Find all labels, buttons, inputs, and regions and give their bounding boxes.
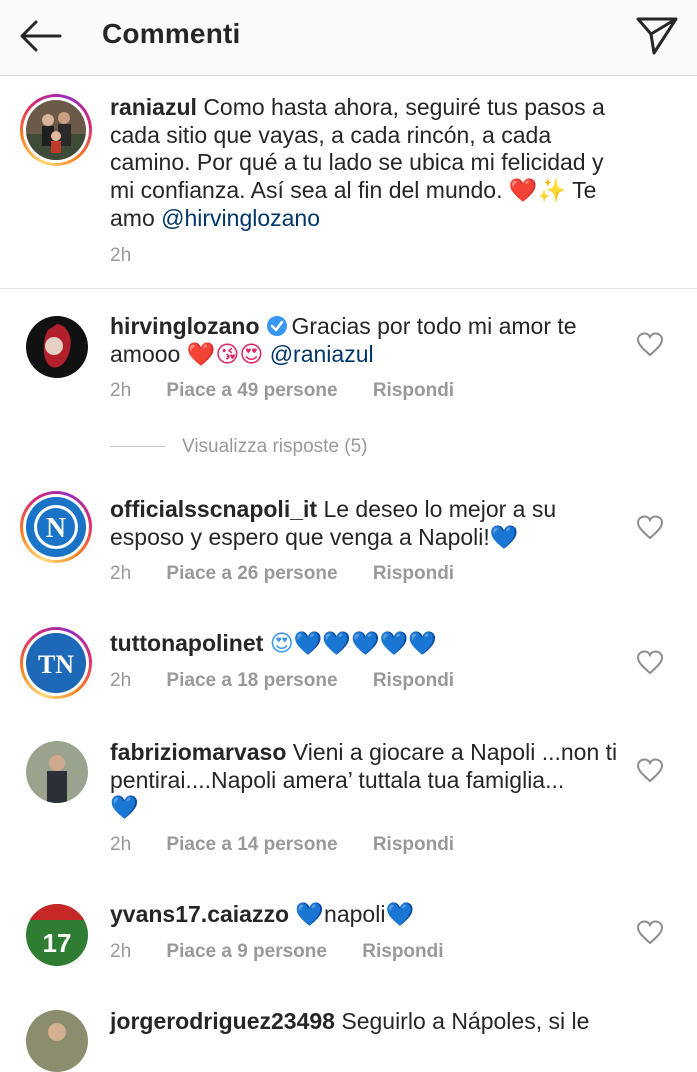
comment-meta: 2h Piace a 26 persone Rispondi bbox=[110, 563, 454, 585]
avatar[interactable] bbox=[20, 94, 92, 166]
avatar-photo-icon bbox=[26, 741, 88, 803]
caption-text: raniazul Como hasta ahora, seguiré tus p… bbox=[110, 94, 630, 233]
comment-text: hirvinglozano Gracias por todo mi amor te… bbox=[110, 313, 630, 369]
username[interactable]: yvans17.caiazzo bbox=[110, 901, 289, 927]
username[interactable]: fabriziomarvaso bbox=[110, 739, 286, 765]
divider-line bbox=[110, 446, 166, 448]
post-caption: raniazul Como hasta ahora, seguiré tus p… bbox=[0, 77, 697, 289]
avatar[interactable] bbox=[26, 741, 88, 803]
ssc-napoli-logo-icon: N bbox=[26, 497, 86, 557]
timestamp: 2h bbox=[110, 670, 132, 691]
mention-link[interactable]: @hirvinglozano bbox=[161, 205, 320, 231]
like-heart-icon[interactable] bbox=[636, 649, 664, 675]
avatar[interactable]: 17 bbox=[26, 904, 88, 966]
caption-meta: 2h bbox=[110, 245, 131, 267]
like-heart-icon[interactable] bbox=[636, 919, 664, 945]
avatar-photo-icon bbox=[26, 1010, 88, 1072]
reply-button[interactable]: Rispondi bbox=[373, 380, 454, 402]
likes-count[interactable]: Piace a 14 persone bbox=[166, 834, 337, 856]
comment-emoji: 💙 bbox=[110, 795, 139, 821]
jersey-avatar-icon: 17 bbox=[26, 904, 88, 966]
svg-text:17: 17 bbox=[43, 928, 72, 958]
avatar[interactable]: N bbox=[20, 491, 92, 563]
comment-text: yvans17.caiazzo 💙napoli💙 bbox=[110, 901, 630, 930]
caption-emoji: ❤️✨ bbox=[508, 177, 567, 204]
comment-emoji: ❤️😘😍 bbox=[186, 341, 264, 368]
comment-meta: 2h Piace a 14 persone Rispondi bbox=[110, 834, 454, 856]
avatar[interactable] bbox=[26, 316, 88, 378]
svg-text:TN: TN bbox=[38, 650, 74, 679]
avatar-photo-icon bbox=[26, 316, 88, 378]
timestamp: 2h bbox=[110, 834, 132, 855]
svg-text:N: N bbox=[46, 513, 66, 544]
comment-body: Seguirlo a Nápoles, si le bbox=[341, 1008, 590, 1034]
comment-emoji-pre: 💙 bbox=[295, 902, 325, 928]
avatar[interactable] bbox=[26, 1010, 88, 1072]
comment-emoji: 😍💙💙💙💙💙 bbox=[269, 631, 437, 657]
back-button[interactable] bbox=[16, 16, 64, 56]
timestamp: 2h bbox=[110, 563, 132, 584]
reply-button[interactable]: Rispondi bbox=[362, 941, 443, 963]
top-bar: Commenti bbox=[0, 0, 697, 76]
comment-text: fabriziomarvaso Vieni a giocare a Napoli… bbox=[110, 739, 630, 823]
view-replies-button[interactable]: Visualizza risposte (5) bbox=[110, 436, 368, 462]
comment-text: tuttonapolinet 😍💙💙💙💙💙 bbox=[110, 630, 630, 659]
comment-emoji: 💙 bbox=[489, 524, 519, 551]
username[interactable]: tuttonapolinet bbox=[110, 630, 263, 656]
reply-button[interactable]: Rispondi bbox=[373, 563, 454, 585]
comment-body: napoli bbox=[324, 901, 386, 927]
username[interactable]: hirvinglozano bbox=[110, 313, 260, 339]
username[interactable]: officialsscnapoli_it bbox=[110, 496, 317, 522]
timestamp: 2h bbox=[110, 941, 132, 962]
verified-badge-icon bbox=[266, 316, 287, 336]
username[interactable]: raniazul bbox=[110, 94, 197, 120]
reply-button[interactable]: Rispondi bbox=[373, 670, 454, 692]
comment-text: jorgerodriguez23498 Seguirlo a Nápoles, … bbox=[110, 1008, 630, 1036]
like-heart-icon[interactable] bbox=[636, 514, 664, 540]
comment-meta: 2h Piace a 9 persone Rispondi bbox=[110, 941, 444, 963]
likes-count[interactable]: Piace a 49 persone bbox=[166, 380, 337, 402]
tuttonapoli-logo-icon: TN bbox=[26, 633, 86, 693]
timestamp: 2h bbox=[110, 380, 132, 401]
comment-meta: 2h Piace a 18 persone Rispondi bbox=[110, 670, 454, 692]
likes-count[interactable]: Piace a 18 persone bbox=[166, 670, 337, 692]
comment-meta: 2h Piace a 49 persone Rispondi bbox=[110, 380, 454, 402]
view-replies-label: Visualizza risposte (5) bbox=[182, 436, 368, 457]
like-heart-icon[interactable] bbox=[636, 331, 664, 357]
comment-text: officialsscnapoli_it Le deseo lo mejor a… bbox=[110, 496, 630, 552]
arrow-left-icon bbox=[20, 20, 62, 52]
like-heart-icon[interactable] bbox=[636, 757, 664, 783]
username[interactable]: jorgerodriguez23498 bbox=[110, 1008, 335, 1034]
timestamp: 2h bbox=[110, 245, 132, 266]
page-title: Commenti bbox=[102, 18, 241, 49]
comment-emoji: 💙 bbox=[385, 902, 415, 928]
avatar-photo-icon bbox=[26, 100, 86, 160]
reply-button[interactable]: Rispondi bbox=[373, 834, 454, 856]
paper-plane-icon bbox=[636, 17, 678, 55]
mention-link[interactable]: @raniazul bbox=[270, 341, 374, 367]
likes-count[interactable]: Piace a 26 persone bbox=[166, 563, 337, 585]
direct-message-button[interactable] bbox=[632, 12, 682, 58]
likes-count[interactable]: Piace a 9 persone bbox=[166, 941, 327, 963]
avatar[interactable]: TN bbox=[20, 627, 92, 699]
